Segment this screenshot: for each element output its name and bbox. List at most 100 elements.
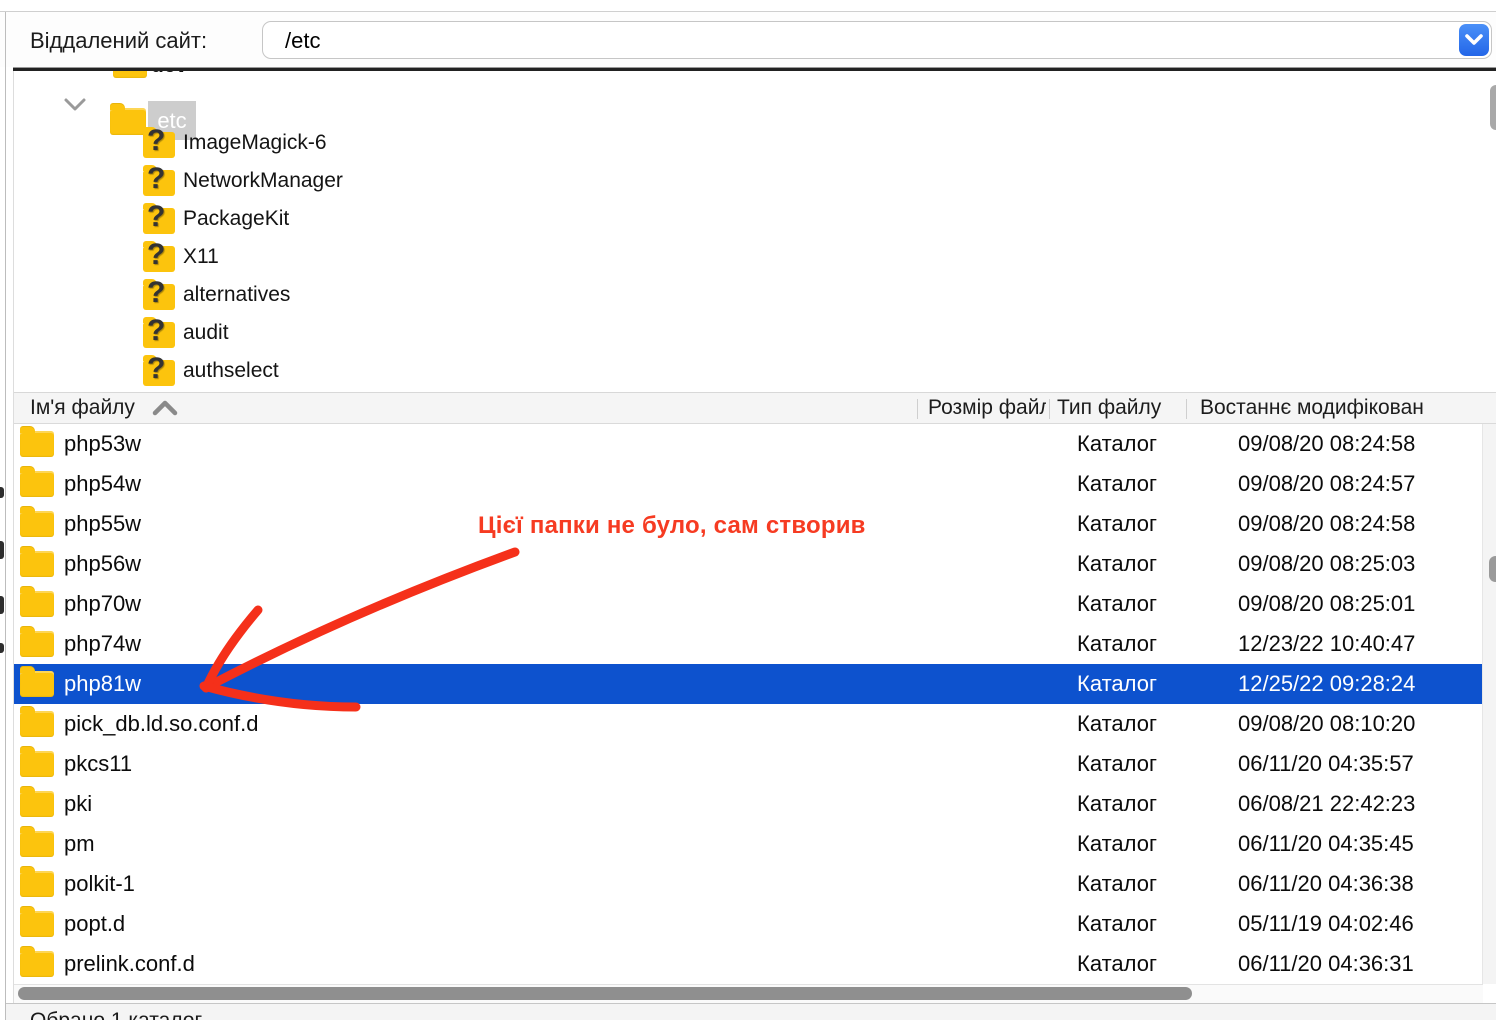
- file-row[interactable]: php54w Каталог 09/08/20 08:24:57: [14, 464, 1482, 504]
- folder-icon: [20, 911, 54, 937]
- file-modified: 09/08/20 08:25:03: [1238, 551, 1415, 577]
- file-modified: 09/08/20 08:10:20: [1238, 711, 1415, 737]
- file-type: Каталог: [1077, 951, 1157, 977]
- file-row[interactable]: popt.d Каталог 05/11/19 04:02:46: [14, 904, 1482, 944]
- file-type: Каталог: [1077, 671, 1157, 697]
- file-name: pm: [64, 831, 95, 857]
- file-name: php70w: [64, 591, 141, 617]
- file-modified: 06/11/20 04:35:57: [1238, 751, 1414, 777]
- file-modified: 06/11/20 04:35:45: [1238, 831, 1414, 857]
- column-header-filename[interactable]: Ім'я файлу: [30, 396, 135, 420]
- file-row[interactable]: php53w Каталог 09/08/20 08:24:58: [14, 424, 1482, 464]
- tree-scrollbar-thumb[interactable]: [1490, 85, 1496, 130]
- folder-icon: [113, 71, 147, 78]
- file-list-header: Ім'я файлу Розмір файлу Тип файлу Востан…: [14, 392, 1496, 424]
- unknown-folder-icon: ?: [143, 322, 175, 348]
- column-header-modified[interactable]: Востаннє модифікован: [1200, 396, 1496, 420]
- folder-icon: [20, 631, 54, 657]
- folder-icon: [20, 551, 54, 577]
- column-separator[interactable]: [917, 399, 918, 419]
- file-modified: 06/11/20 04:36:31: [1238, 951, 1414, 977]
- folder-icon: [20, 871, 54, 897]
- file-modified: 09/08/20 08:24:57: [1238, 471, 1415, 497]
- tree-item[interactable]: ? PackageKit: [14, 201, 614, 239]
- remote-path-value[interactable]: /etc: [285, 28, 320, 54]
- file-row[interactable]: php56wКаталог09/08/20 08:25:03: [14, 544, 1482, 584]
- file-row[interactable]: prelink.conf.d Каталог 06/11/20 04:36:31: [14, 944, 1482, 984]
- file-modified: 06/08/21 22:42:23: [1238, 791, 1415, 817]
- file-modified: 12/25/22 09:28:24: [1238, 671, 1415, 697]
- file-row[interactable]: php74wКаталог12/23/22 10:40:47: [14, 624, 1482, 664]
- file-name: pki: [64, 791, 92, 817]
- file-row[interactable]: pmКаталог06/11/20 04:35:45: [14, 824, 1482, 864]
- question-mark-glyph: ?: [147, 200, 165, 234]
- tree-item[interactable]: ?alternatives: [14, 277, 614, 315]
- folder-icon: [20, 791, 54, 817]
- tree-item-label: audit: [183, 321, 229, 345]
- tree-item[interactable]: ?X11: [14, 239, 614, 277]
- column-header-filesize[interactable]: Розмір файлу: [928, 396, 1046, 420]
- remote-site-label: Віддалений сайт:: [30, 28, 207, 54]
- remote-site-bar: Віддалений сайт: /etc: [0, 12, 1496, 67]
- expander-chevron-icon[interactable]: [62, 96, 88, 119]
- file-type: Каталог: [1077, 631, 1157, 657]
- clipped-pane-fragment: [0, 541, 4, 559]
- tree-item-etc[interactable]: etc: [14, 86, 414, 126]
- column-header-filetype[interactable]: Тип файлу: [1057, 396, 1161, 420]
- tree-item-label: authselect: [183, 359, 279, 383]
- file-modified: 06/11/20 04:36:38: [1238, 871, 1414, 897]
- remote-path-dropdown-button[interactable]: [1459, 24, 1489, 56]
- file-row-selected[interactable]: php81w Каталог 12/25/22 09:28:24: [14, 664, 1482, 704]
- annotation-text: Цієї папки не було, сам створив: [478, 512, 866, 540]
- folder-icon: [20, 591, 54, 617]
- vertical-scrollbar-track[interactable]: [1482, 424, 1496, 984]
- left-pane-edge-line: [5, 12, 6, 1020]
- file-row[interactable]: pick_db.ld.so.conf.dКаталог09/08/20 08:1…: [14, 704, 1482, 744]
- vertical-scrollbar-thumb[interactable]: [1489, 556, 1496, 582]
- file-modified: 09/08/20 08:24:58: [1238, 511, 1415, 537]
- file-type: Каталог: [1077, 911, 1157, 937]
- file-row[interactable]: polkit-1 Каталог 06/11/20 04:36:38: [14, 864, 1482, 904]
- file-modified: 09/08/20 08:24:58: [1238, 431, 1415, 457]
- file-row[interactable]: pkcs11Каталог06/11/20 04:35:57: [14, 744, 1482, 784]
- file-row[interactable]: pkiКаталог06/08/21 22:42:23: [14, 784, 1482, 824]
- question-mark-glyph: ?: [147, 238, 165, 272]
- column-separator[interactable]: [1049, 399, 1050, 419]
- file-name: popt.d: [64, 911, 125, 937]
- tree-item-label: dev: [151, 71, 187, 78]
- tree-item[interactable]: ? authselect: [14, 353, 614, 388]
- folder-icon: [20, 831, 54, 857]
- unknown-folder-icon: ?: [143, 360, 175, 386]
- selection-status-text: Обрано 1 каталог: [30, 1009, 202, 1020]
- file-row[interactable]: php70wКаталог09/08/20 08:25:01: [14, 584, 1482, 624]
- folder-icon: [20, 471, 54, 497]
- file-type: Каталог: [1077, 431, 1157, 457]
- unknown-folder-icon: ?: [143, 132, 175, 158]
- file-name: php81w: [64, 671, 141, 697]
- tree-item[interactable]: ?ImageMagick-6: [14, 125, 614, 163]
- file-name: php53w: [64, 431, 141, 457]
- status-bar: Обрано 1 каталог: [6, 1003, 1496, 1020]
- window-top-strip: [0, 0, 1496, 12]
- folder-icon: [20, 711, 54, 737]
- column-separator[interactable]: [1186, 399, 1187, 419]
- tree-item[interactable]: ?NetworkManager: [14, 163, 614, 201]
- file-modified: 09/08/20 08:25:01: [1238, 591, 1415, 617]
- tree-item-partial[interactable]: dev: [14, 71, 414, 80]
- file-name: polkit-1: [64, 871, 135, 897]
- file-modified: 12/23/22 10:40:47: [1238, 631, 1415, 657]
- clipped-pane-fragment: [0, 487, 4, 498]
- unknown-folder-icon: ?: [143, 208, 175, 234]
- file-name: pick_db.ld.so.conf.d: [64, 711, 258, 737]
- horizontal-scrollbar-thumb[interactable]: [18, 987, 1192, 1000]
- remote-path-combobox[interactable]: /etc: [262, 21, 1492, 59]
- file-type: Каталог: [1077, 471, 1157, 497]
- file-type: Каталог: [1077, 871, 1157, 897]
- file-name: prelink.conf.d: [64, 951, 195, 977]
- file-modified: 05/11/19 04:02:46: [1238, 911, 1414, 937]
- tree-item[interactable]: ? audit: [14, 315, 614, 353]
- unknown-folder-icon: ?: [143, 284, 175, 310]
- file-name: php54w: [64, 471, 141, 497]
- tree-item-label: PackageKit: [183, 207, 289, 231]
- clipped-pane-fragment: [0, 596, 4, 614]
